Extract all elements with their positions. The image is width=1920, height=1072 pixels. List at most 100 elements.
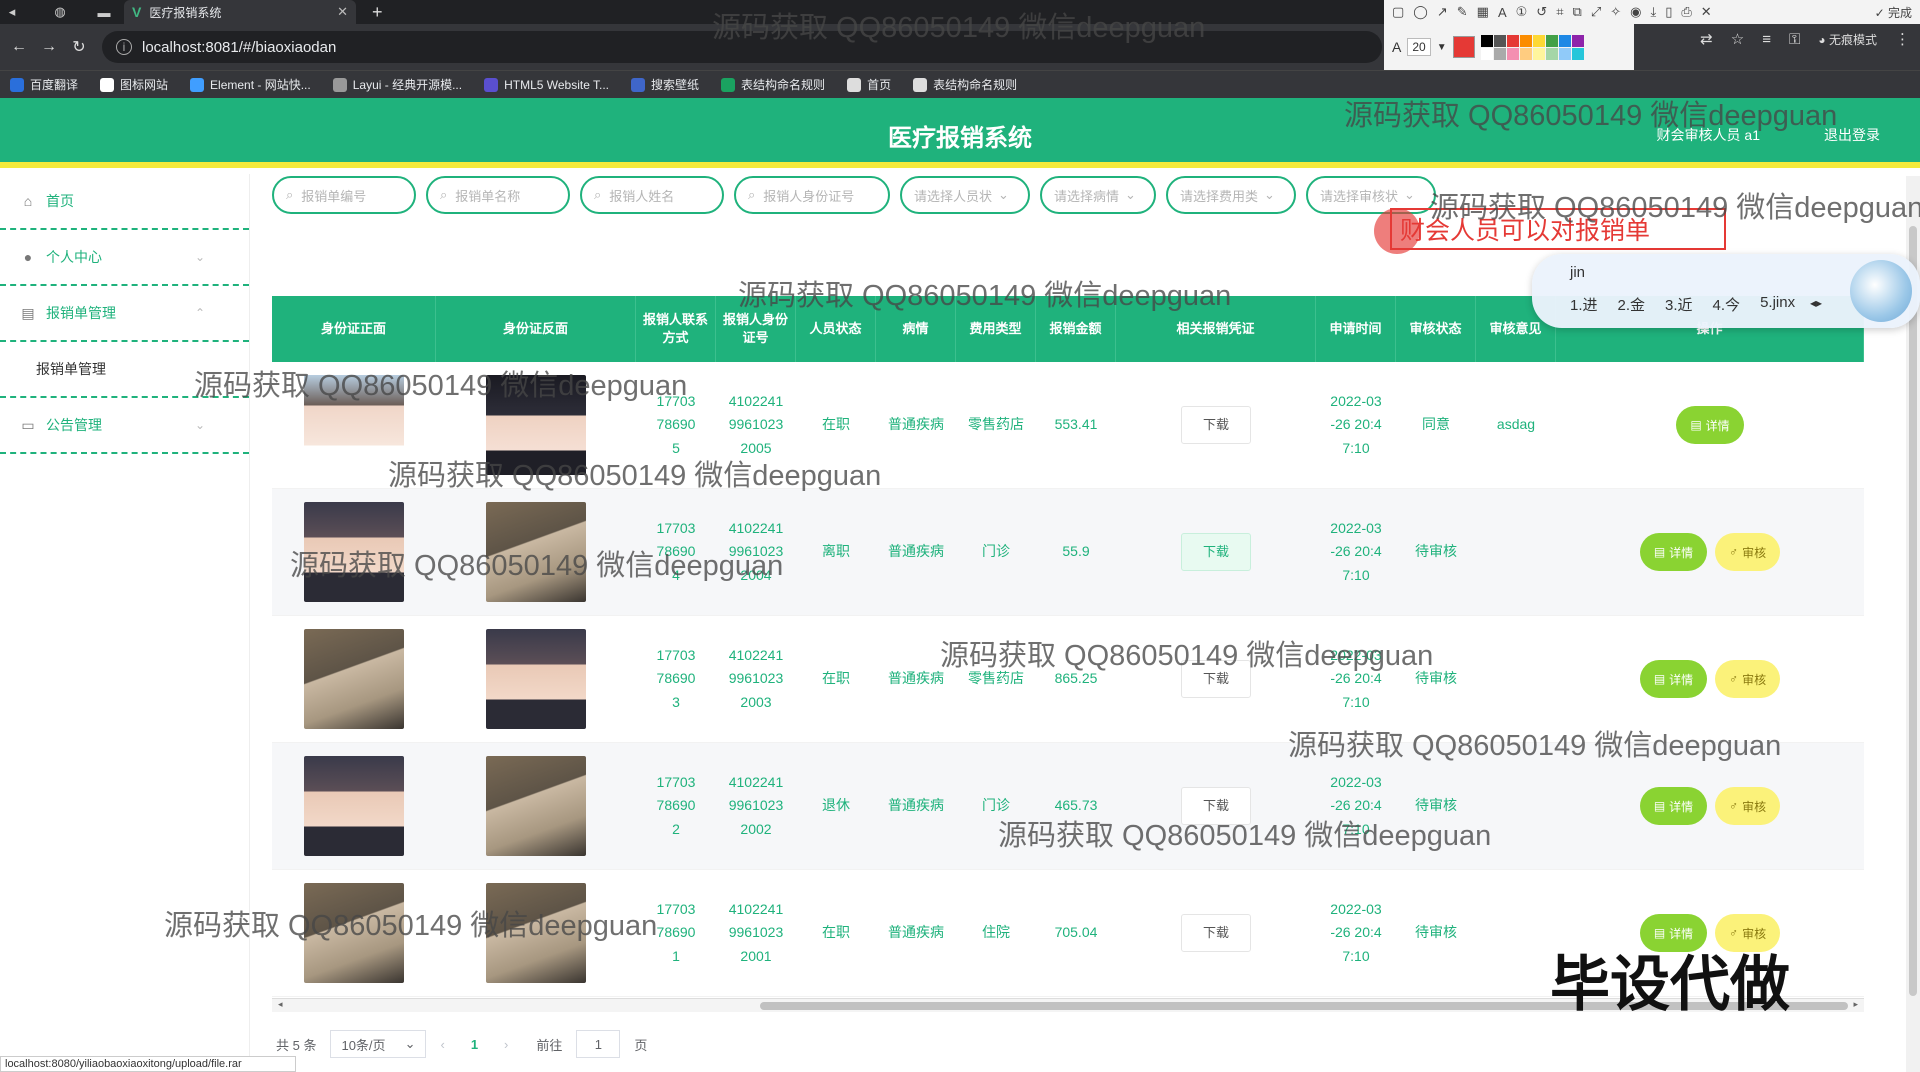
audit-button[interactable]: ♂ 审核 bbox=[1715, 660, 1781, 698]
pin-icon[interactable]: ⤢ bbox=[1591, 4, 1601, 20]
ime-page-icon[interactable]: ◂▸ bbox=[1810, 296, 1822, 310]
scroll-right-icon[interactable]: ▸ bbox=[1853, 999, 1858, 1010]
arrow-tool-icon[interactable]: ↗ bbox=[1437, 4, 1448, 20]
color-swatch[interactable] bbox=[1571, 47, 1584, 60]
magic-icon[interactable]: ✧ bbox=[1610, 4, 1621, 20]
page-number[interactable]: 1 bbox=[459, 1037, 490, 1052]
ellipse-tool-icon[interactable]: ◯ bbox=[1413, 4, 1428, 20]
detail-button[interactable]: ▤ 详情 bbox=[1639, 787, 1708, 825]
reload-icon[interactable]: ↻ bbox=[64, 37, 94, 57]
star-icon[interactable]: ☆ bbox=[1731, 30, 1744, 48]
reading-list-icon[interactable]: ≡ bbox=[1762, 31, 1771, 48]
download-button[interactable]: 下载 bbox=[1181, 914, 1251, 952]
speaker-icon[interactable]: ◂ bbox=[0, 0, 24, 24]
record-icon[interactable]: ◉ bbox=[1630, 4, 1641, 20]
audit-button[interactable]: ♂ 审核 bbox=[1715, 787, 1781, 825]
new-tab-button[interactable]: + bbox=[372, 2, 383, 23]
ime-candidate[interactable]: 1.进 bbox=[1570, 294, 1598, 315]
scroll-thumb[interactable] bbox=[1909, 226, 1917, 996]
bookmark-item[interactable]: Layui - 经典开源模... bbox=[332, 76, 462, 93]
id-back-photo[interactable] bbox=[486, 756, 586, 856]
copy-icon[interactable]: ⧉ bbox=[1573, 4, 1582, 20]
color-swatch[interactable] bbox=[1532, 34, 1545, 47]
color-swatch[interactable] bbox=[1506, 34, 1519, 47]
search-input-id[interactable]: ⌕ 报销单编号 bbox=[272, 176, 416, 214]
done-button[interactable]: ✓ 完成 bbox=[1875, 4, 1912, 21]
download-button[interactable]: 下载 bbox=[1181, 533, 1251, 571]
detail-button[interactable]: ▤ 详情 bbox=[1676, 406, 1744, 444]
translate-icon[interactable]: ⇄ bbox=[1700, 30, 1713, 48]
ime-candidate[interactable]: 4.今 bbox=[1713, 294, 1741, 315]
bookmark-item[interactable]: 图标网站 bbox=[100, 76, 168, 93]
color-swatch[interactable] bbox=[1519, 47, 1532, 60]
select-person-status[interactable]: 请选择人员状 ⌄ bbox=[900, 176, 1030, 214]
incognito-badge[interactable]: ◕ 无痕模式 bbox=[1818, 31, 1877, 48]
bookmark-item[interactable]: Element - 网站快... bbox=[190, 76, 311, 93]
select-fee-type[interactable]: 请选择费用类 ⌄ bbox=[1166, 176, 1296, 214]
select-illness[interactable]: 请选择病情 ⌄ bbox=[1040, 176, 1156, 214]
bookmark-item[interactable]: 搜索壁纸 bbox=[631, 76, 699, 93]
menu-icon[interactable]: ⋮ bbox=[1895, 30, 1910, 48]
color-swatch[interactable] bbox=[1545, 47, 1558, 60]
audit-button[interactable]: ♂ 审核 bbox=[1715, 533, 1781, 571]
sidebar-item-notice[interactable]: ▭ 公告管理 ⌄ bbox=[0, 398, 249, 454]
sidebar-item-reimbursement[interactable]: ▤ 报销单管理 ⌃ bbox=[0, 286, 249, 342]
back-icon[interactable]: ← bbox=[4, 38, 34, 56]
color-swatch[interactable] bbox=[1480, 47, 1493, 60]
sidebar-item-home[interactable]: ⌂ 首页 bbox=[0, 174, 249, 230]
close-icon[interactable]: ✕ bbox=[337, 4, 348, 20]
color-swatch[interactable] bbox=[1493, 47, 1506, 60]
color-swatch[interactable] bbox=[1558, 34, 1571, 47]
crop-icon[interactable]: ⌗ bbox=[1556, 4, 1563, 20]
id-front-photo[interactable] bbox=[304, 756, 404, 856]
text-tool-icon[interactable]: A bbox=[1498, 5, 1507, 20]
color-swatch[interactable] bbox=[1558, 47, 1571, 60]
color-swatch[interactable] bbox=[1493, 34, 1506, 47]
page-size-select[interactable]: 10条/页 ⌄ bbox=[330, 1030, 427, 1058]
selected-color-swatch[interactable] bbox=[1452, 36, 1475, 58]
search-input-person[interactable]: ⌕ 报销人姓名 bbox=[580, 176, 724, 214]
ime-candidate[interactable]: 2.金 bbox=[1618, 294, 1646, 315]
bookmark-item[interactable]: 表结构命名规则 bbox=[913, 76, 1017, 93]
font-size-select[interactable]: 20 bbox=[1407, 38, 1431, 56]
bookmark-item[interactable]: 表结构命名规则 bbox=[721, 76, 825, 93]
id-front-photo[interactable] bbox=[304, 629, 404, 729]
save-icon[interactable]: ⎙ bbox=[1681, 4, 1691, 20]
window-icon[interactable]: ▬ bbox=[92, 0, 116, 24]
bookmark-item[interactable]: 首页 bbox=[847, 76, 891, 93]
color-swatch[interactable] bbox=[1571, 34, 1584, 47]
bookmark-item[interactable]: 百度翻译 bbox=[10, 76, 78, 93]
search-input-name[interactable]: ⌕ 报销单名称 bbox=[426, 176, 570, 214]
rect-tool-icon[interactable]: ▢ bbox=[1392, 4, 1404, 20]
color-swatch[interactable] bbox=[1480, 34, 1493, 47]
color-swatch[interactable] bbox=[1519, 34, 1532, 47]
number-tool-icon[interactable]: ① bbox=[1516, 4, 1528, 20]
pen-tool-icon[interactable]: ✎ bbox=[1457, 4, 1468, 20]
color-palette[interactable] bbox=[1480, 34, 1584, 60]
download-button[interactable]: 下载 bbox=[1181, 406, 1251, 444]
forward-icon[interactable]: → bbox=[34, 38, 64, 56]
prev-page-icon[interactable]: ‹ bbox=[440, 1037, 444, 1052]
search-input-idcard[interactable]: ⌕ 报销人身份证号 bbox=[734, 176, 890, 214]
sidebar-item-profile[interactable]: ● 个人中心 ⌄ bbox=[0, 230, 249, 286]
download-icon[interactable]: ⤓ bbox=[1650, 4, 1656, 20]
globe-icon[interactable]: ◍ bbox=[48, 0, 72, 24]
scroll-left-icon[interactable]: ◂ bbox=[278, 999, 283, 1010]
ime-candidate[interactable]: 5.jinx bbox=[1760, 294, 1795, 315]
id-back-photo[interactable] bbox=[486, 629, 586, 729]
next-page-icon[interactable]: › bbox=[504, 1037, 508, 1052]
color-swatch[interactable] bbox=[1532, 47, 1545, 60]
phone-icon[interactable]: ▯ bbox=[1665, 4, 1672, 20]
detail-button[interactable]: ▤ 详情 bbox=[1639, 533, 1708, 571]
detail-button[interactable]: ▤ 详情 bbox=[1639, 660, 1708, 698]
key-icon[interactable]: ⚿ bbox=[1789, 31, 1800, 48]
info-icon[interactable]: i bbox=[116, 39, 132, 55]
ime-candidate[interactable]: 3.近 bbox=[1665, 294, 1693, 315]
color-swatch[interactable] bbox=[1506, 47, 1519, 60]
cancel-icon[interactable]: ✕ bbox=[1701, 4, 1712, 20]
color-swatch[interactable] bbox=[1545, 34, 1558, 47]
browser-tab[interactable]: V 医疗报销系统 ✕ bbox=[124, 0, 356, 24]
bookmark-item[interactable]: HTML5 Website T... bbox=[484, 77, 609, 92]
undo-icon[interactable]: ↺ bbox=[1536, 4, 1547, 20]
goto-page-input[interactable]: 1 bbox=[576, 1030, 621, 1058]
